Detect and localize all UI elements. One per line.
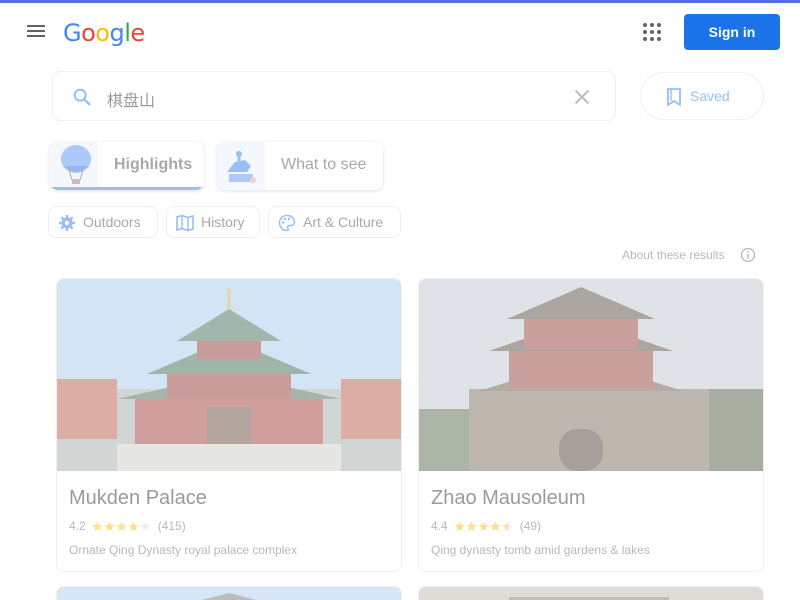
hamburger-menu-icon[interactable] — [22, 20, 50, 44]
star-icon — [140, 520, 151, 531]
place-card-mukden-palace[interactable]: Mukden Palace 4.2 (415) Ornate Qing Dyna… — [56, 278, 402, 572]
top-accent-line — [0, 0, 800, 3]
star-icon — [466, 520, 477, 531]
about-results-link[interactable]: About these results — [622, 248, 725, 262]
star-icon — [92, 520, 103, 531]
place-card-partial-right[interactable] — [418, 586, 764, 600]
apps-grid-icon[interactable] — [640, 20, 664, 44]
tab-label: What to see — [281, 156, 367, 173]
place-card-partial-left[interactable] — [56, 586, 402, 600]
star-icon — [116, 520, 127, 531]
tab-highlights[interactable]: Highlights — [50, 142, 204, 190]
tab-what-to-see[interactable]: What to see — [217, 142, 383, 190]
star-icon — [478, 520, 489, 531]
filter-label: Outdoors — [83, 214, 141, 230]
photo-partial — [509, 597, 669, 600]
map-icon — [176, 214, 194, 232]
search-icon — [73, 88, 91, 106]
palette-icon — [278, 214, 296, 232]
rating-value: 4.4 — [431, 519, 448, 533]
results-panel: 棋盘山 Saved Highlights What to see Outdoor… — [0, 60, 800, 600]
rating-row: 4.2 (415) — [69, 519, 186, 533]
gear-icon — [59, 215, 75, 231]
review-count: (415) — [157, 519, 186, 533]
google-logo[interactable]: Google — [63, 19, 145, 47]
tab-label: Highlights — [114, 156, 193, 173]
saved-label: Saved — [690, 88, 730, 104]
review-count: (49) — [519, 519, 542, 533]
mausoleum-photo — [419, 279, 763, 471]
star-icon — [128, 520, 139, 531]
star-rating — [454, 520, 514, 532]
info-icon[interactable] — [740, 247, 756, 263]
rating-value: 4.2 — [69, 519, 86, 533]
bookmark-icon — [667, 88, 681, 107]
filter-label: History — [201, 214, 245, 230]
saved-button[interactable]: Saved — [640, 72, 764, 120]
place-description: Ornate Qing Dynasty royal palace complex — [69, 543, 298, 557]
statue-icon — [217, 142, 265, 190]
photo-partial — [201, 593, 257, 600]
star-icon — [490, 520, 501, 531]
place-title: Zhao Mausoleum — [431, 487, 586, 509]
sign-in-button[interactable]: Sign in — [684, 14, 780, 50]
search-box[interactable]: 棋盘山 — [52, 71, 616, 121]
place-title: Mukden Palace — [69, 487, 207, 509]
close-icon[interactable] — [571, 86, 593, 108]
hot-air-balloon-icon — [50, 142, 98, 190]
filter-outdoors[interactable]: Outdoors — [48, 206, 158, 238]
filter-history[interactable]: History — [166, 206, 260, 238]
rating-row: 4.4 (49) — [431, 519, 541, 533]
star-icon — [502, 520, 513, 531]
place-description: Qing dynasty tomb amid gardens & lakes — [431, 543, 650, 557]
filter-label: Art & Culture — [303, 214, 384, 230]
palace-photo — [57, 279, 401, 471]
filter-art-culture[interactable]: Art & Culture — [268, 206, 401, 238]
star-rating — [92, 520, 152, 532]
place-card-zhao-mausoleum[interactable]: Zhao Mausoleum 4.4 (49) Qing dynasty tom… — [418, 278, 764, 572]
search-query[interactable]: 棋盘山 — [107, 87, 155, 111]
star-icon — [104, 520, 115, 531]
star-icon — [454, 520, 465, 531]
